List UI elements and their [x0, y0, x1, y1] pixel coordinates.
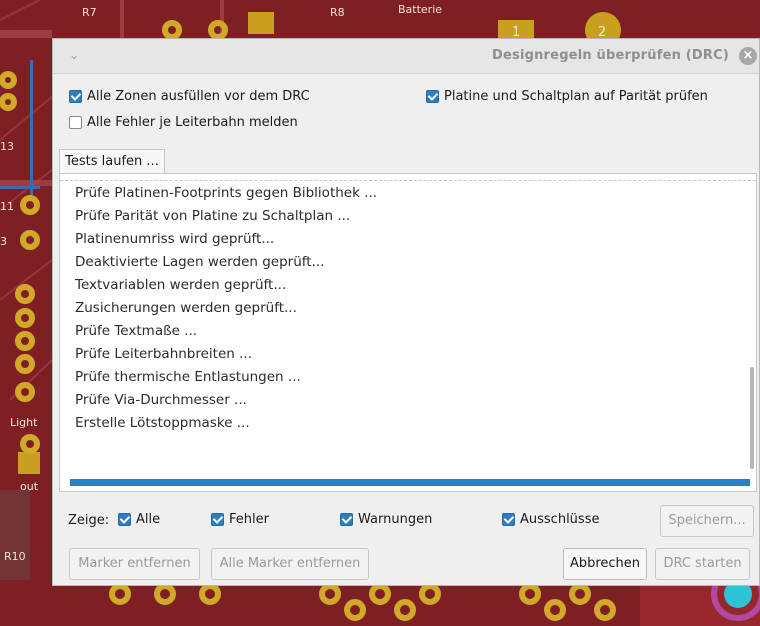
- filter-warnings-label: Warnungen: [358, 512, 433, 527]
- fill-zones-label: Alle Zonen ausfüllen vor dem DRC: [87, 89, 310, 104]
- pcb-label-r7: R7: [82, 6, 97, 19]
- filter-label: Zeige:: [68, 513, 110, 528]
- divider: [60, 180, 756, 181]
- checkbox-checked-icon[interactable]: [69, 90, 82, 103]
- pcb-label-r8: R8: [330, 6, 345, 19]
- cancel-button[interactable]: Abbrechen: [563, 548, 647, 580]
- checkbox-checked-icon[interactable]: [340, 513, 353, 526]
- tab-tests-running[interactable]: Tests laufen ...: [59, 149, 165, 174]
- pcb-label-11: 11: [0, 200, 14, 213]
- pcb-label-out: out: [20, 480, 39, 493]
- log-scrollbar[interactable]: [750, 367, 754, 469]
- checkbox-checked-icon[interactable]: [502, 513, 515, 526]
- log-line: Platinenumriss wird geprüft...: [75, 231, 275, 247]
- drc-progress-panel: Prüfe Platinen-Footprints gegen Biblioth…: [59, 173, 757, 492]
- filter-exclusions-checkbox[interactable]: Ausschlüsse: [502, 512, 599, 527]
- chevron-down-icon[interactable]: ⌄: [69, 48, 79, 62]
- parity-label: Platine und Schaltplan auf Parität prüfe…: [444, 89, 708, 104]
- pcb-label-r10: R10: [4, 550, 26, 563]
- pcb-label-13: 13: [0, 140, 14, 153]
- log-line: Zusicherungen werden geprüft...: [75, 300, 297, 316]
- remove-all-markers-button[interactable]: Alle Marker entfernen: [211, 548, 369, 580]
- checkbox-checked-icon[interactable]: [211, 513, 224, 526]
- filter-errors-label: Fehler: [229, 512, 269, 527]
- log-line: Prüfe thermische Entlastungen ...: [75, 369, 301, 385]
- checkbox-unchecked-icon[interactable]: [69, 116, 82, 129]
- log-line: Prüfe Textmaße ...: [75, 323, 198, 339]
- dialog-titlebar[interactable]: ⌄ Designregeln überprüfen (DRC) ×: [53, 39, 759, 74]
- all-errors-label: Alle Fehler je Leiterbahn melden: [87, 115, 298, 130]
- all-errors-checkbox[interactable]: Alle Fehler je Leiterbahn melden: [69, 115, 298, 130]
- remove-markers-button[interactable]: Marker entfernen: [69, 548, 200, 580]
- filter-all-label: Alle: [136, 512, 161, 527]
- filter-exclusions-label: Ausschlüsse: [520, 512, 600, 527]
- pcb-label-3: 3: [0, 235, 7, 248]
- log-line: Deaktivierte Lagen werden geprüft...: [75, 254, 325, 270]
- filter-all-checkbox[interactable]: Alle: [118, 512, 160, 527]
- log-line: Erstelle Lötstoppmaske ...: [75, 415, 250, 431]
- progress-bar-fill: [70, 479, 750, 486]
- log-line: Prüfe Leiterbahnbreiten ...: [75, 346, 253, 362]
- log-line: Textvariablen werden geprüft...: [75, 277, 287, 293]
- pcb-label-batterie: Batterie: [398, 3, 442, 16]
- checkbox-checked-icon[interactable]: [118, 513, 131, 526]
- checkbox-checked-icon[interactable]: [426, 90, 439, 103]
- progress-bar: [70, 479, 750, 486]
- drc-dialog: ⌄ Designregeln überprüfen (DRC) × Alle Z…: [52, 38, 760, 586]
- log-line: Prüfe Via-Durchmesser ...: [75, 392, 247, 408]
- parity-checkbox[interactable]: Platine und Schaltplan auf Parität prüfe…: [426, 89, 708, 104]
- dialog-title: Designregeln überprüfen (DRC): [492, 48, 729, 63]
- log-line: Prüfe Parität von Platine zu Schaltplan …: [75, 208, 351, 224]
- close-icon[interactable]: ×: [739, 47, 757, 65]
- filter-warnings-checkbox[interactable]: Warnungen: [340, 512, 432, 527]
- filter-errors-checkbox[interactable]: Fehler: [211, 512, 269, 527]
- save-report-button[interactable]: Speichern...: [660, 505, 754, 537]
- run-drc-button[interactable]: DRC starten: [655, 548, 750, 580]
- pcb-label-light: Light: [10, 416, 38, 429]
- drc-log-list: Prüfe Platinen-Footprints gegen Biblioth…: [75, 182, 377, 435]
- fill-zones-checkbox[interactable]: Alle Zonen ausfüllen vor dem DRC: [69, 89, 310, 104]
- log-line: Prüfe Platinen-Footprints gegen Biblioth…: [75, 185, 378, 201]
